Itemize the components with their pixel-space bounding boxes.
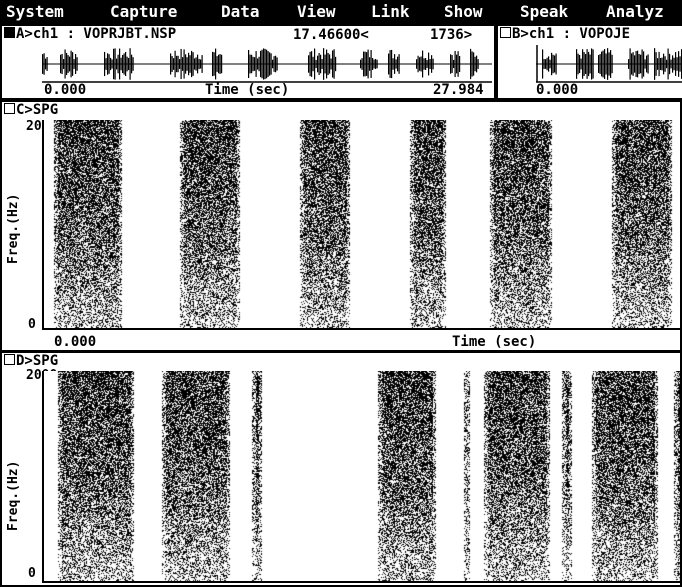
window-b-box-icon[interactable] — [500, 27, 511, 38]
window-c-title: C>SPG — [16, 102, 59, 118]
window-b-x-start: 0.000 — [536, 82, 579, 98]
menu-system[interactable]: System — [6, 2, 64, 22]
menu-show[interactable]: Show — [444, 2, 483, 22]
window-c-spectrogram-plot[interactable] — [42, 120, 680, 330]
menu-data[interactable]: Data — [221, 2, 260, 22]
window-a-cursor-value: 17.46600< — [293, 27, 369, 43]
menu-capture[interactable]: Capture — [110, 2, 177, 22]
window-b-title: B>ch1 : VOPOJE — [512, 26, 631, 42]
window-a-waveform[interactable] — [42, 45, 492, 83]
menu-view[interactable]: View — [297, 2, 336, 22]
window-d-titlebar: D>SPG — [4, 354, 58, 368]
window-d-box-icon[interactable] — [4, 354, 15, 365]
window-c-y-min: 0 — [28, 317, 36, 332]
window-c-y-label: Freq.(Hz) — [6, 193, 21, 264]
menu-analyze[interactable]: Analyz — [606, 2, 664, 22]
window-a-sample-count: 1736> — [430, 27, 473, 43]
window-c-x-start: 0.000 — [54, 334, 97, 350]
menu-speak[interactable]: Speak — [520, 2, 568, 22]
waveform-window-a[interactable]: A>ch1 : VOPRJBT.NSP 17.46600< 1736> 0.00… — [0, 24, 496, 100]
spectrogram-texture — [44, 371, 680, 581]
spectrogram-texture — [44, 120, 680, 328]
window-d-y-min: 0 — [28, 566, 36, 581]
window-d-spectrogram-plot[interactable] — [42, 371, 680, 583]
window-a-titlebar: A>ch1 : VOPRJBT.NSP — [4, 27, 176, 41]
window-d-title: D>SPG — [16, 353, 59, 369]
spectrogram-window-c[interactable]: C>SPG 2000 Freq.(Hz) 0 0.000 Time (sec) — [0, 100, 682, 352]
window-d-y-label: Freq.(Hz) — [6, 460, 21, 531]
window-b-waveform[interactable] — [536, 45, 682, 83]
window-a-x-start: 0.000 — [44, 82, 87, 98]
window-b-titlebar: B>ch1 : VOPOJE — [500, 27, 630, 41]
menu-link[interactable]: Link — [371, 2, 410, 22]
window-a-active-box-icon[interactable] — [4, 27, 15, 38]
waveform-window-b[interactable]: B>ch1 : VOPOJE 0.000 — [496, 24, 682, 100]
spectrogram-window-d[interactable]: D>SPG 2000 Freq.(Hz) 0 — [0, 351, 682, 587]
window-c-x-label: Time (sec) — [452, 334, 537, 350]
window-c-box-icon[interactable] — [4, 103, 15, 114]
menu-bar: System Capture Data View Link Show Speak… — [0, 0, 682, 24]
window-a-x-label: Time (sec) — [205, 82, 290, 98]
window-a-x-end: 27.984 — [433, 82, 484, 98]
window-c-titlebar: C>SPG — [4, 103, 58, 117]
window-a-title: A>ch1 : VOPRJBT.NSP — [16, 26, 177, 42]
